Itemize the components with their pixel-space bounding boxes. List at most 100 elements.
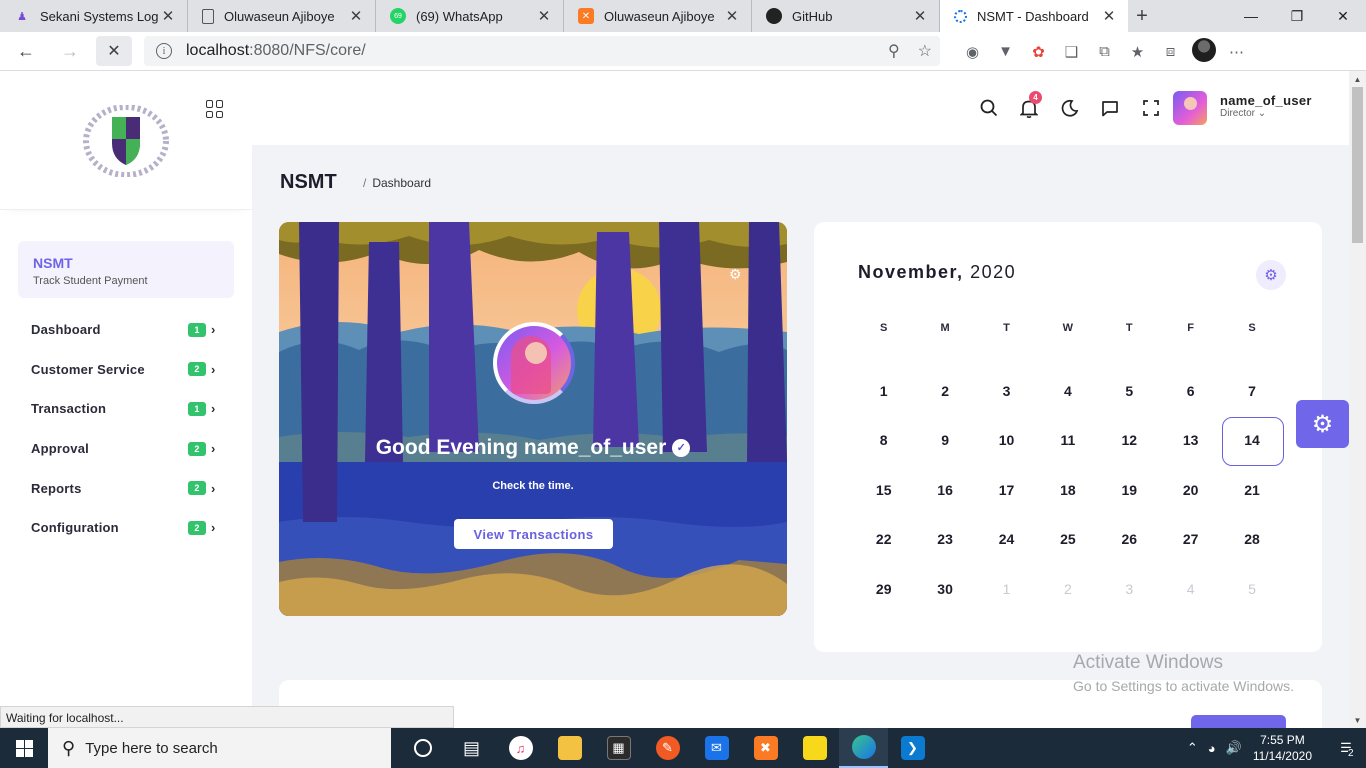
settings-icon[interactable]: ⚙ bbox=[729, 266, 743, 282]
calendar-day[interactable]: 7 bbox=[1221, 366, 1282, 416]
calendar-day[interactable]: 27 bbox=[1160, 515, 1221, 565]
calendar-day[interactable]: 16 bbox=[914, 465, 975, 515]
calendar-day-outside[interactable]: 3 bbox=[1099, 564, 1160, 614]
chat-icon[interactable] bbox=[1100, 98, 1120, 118]
pen-app-icon[interactable]: ✎ bbox=[643, 728, 692, 768]
vscode-icon[interactable]: ❯ bbox=[888, 728, 937, 768]
favorite-star-icon[interactable]: ☆ bbox=[918, 41, 932, 61]
calendar-day[interactable]: 19 bbox=[1099, 465, 1160, 515]
calendar-day[interactable]: 17 bbox=[976, 465, 1037, 515]
calendar-day[interactable]: 28 bbox=[1221, 515, 1282, 565]
color-wheel-icon[interactable]: ✿ bbox=[1022, 43, 1055, 61]
xampp-icon[interactable]: ✖ bbox=[741, 728, 790, 768]
calendar-day[interactable]: 9 bbox=[914, 416, 975, 466]
moon-icon[interactable] bbox=[1060, 98, 1080, 118]
calendar-day[interactable]: 21 bbox=[1221, 465, 1282, 515]
sidebar-item-dashboard[interactable]: Dashboard 1 › bbox=[0, 310, 252, 350]
back-button[interactable]: ← bbox=[8, 36, 44, 66]
fullscreen-icon[interactable] bbox=[1141, 98, 1161, 118]
sticky-notes-icon[interactable] bbox=[790, 728, 839, 768]
close-tab-icon[interactable]: ✕ bbox=[1100, 7, 1118, 25]
calendar-day[interactable]: 23 bbox=[914, 515, 975, 565]
scrollbar-thumb[interactable] bbox=[1352, 87, 1363, 243]
calendar-day[interactable]: 29 bbox=[853, 564, 914, 614]
calendar-day-outside[interactable]: 2 bbox=[1037, 564, 1098, 614]
site-info-icon[interactable]: i bbox=[156, 43, 172, 59]
calendar-day[interactable]: 13 bbox=[1160, 416, 1221, 466]
network-icon[interactable]: ◕ bbox=[1208, 741, 1216, 756]
calendar-day[interactable]: 22 bbox=[853, 515, 914, 565]
apps-grid-icon[interactable] bbox=[206, 100, 224, 118]
user-avatar[interactable] bbox=[1173, 91, 1207, 125]
breadcrumb-item[interactable]: Dashboard bbox=[372, 176, 431, 190]
sidebar-item-reports[interactable]: Reports 2 › bbox=[0, 468, 252, 508]
close-tab-icon[interactable]: ✕ bbox=[347, 7, 365, 25]
more-menu-icon[interactable]: ⋯ bbox=[1220, 43, 1253, 61]
volume-icon[interactable]: 🔊 bbox=[1226, 740, 1242, 756]
favorites-list-icon[interactable]: ★ bbox=[1121, 43, 1154, 61]
calendar-day[interactable]: 18 bbox=[1037, 465, 1098, 515]
browser-tab[interactable]: Oluwaseun Ajiboye ✕ bbox=[188, 0, 376, 32]
edge-icon[interactable] bbox=[839, 728, 888, 768]
browser-tab[interactable]: 69 (69) WhatsApp ✕ bbox=[376, 0, 564, 32]
theme-settings-button[interactable]: ⚙ bbox=[1296, 400, 1349, 448]
calendar-day[interactable]: 12 bbox=[1099, 416, 1160, 466]
close-tab-icon[interactable]: ✕ bbox=[159, 7, 177, 25]
calendar-day[interactable]: 2 bbox=[914, 366, 975, 416]
browser-tab-active[interactable]: NSMT - Dashboard ✕ bbox=[940, 0, 1128, 32]
close-tab-icon[interactable]: ✕ bbox=[911, 7, 929, 25]
calendar-day-outside[interactable]: 4 bbox=[1160, 564, 1221, 614]
mail-icon[interactable]: ✉ bbox=[692, 728, 741, 768]
action-center-icon[interactable]: ☰ 2 bbox=[1326, 728, 1366, 768]
zoom-icon[interactable]: ⚲ bbox=[888, 41, 900, 61]
calendar-day[interactable]: 10 bbox=[976, 416, 1037, 466]
file-explorer-icon[interactable] bbox=[545, 728, 594, 768]
itunes-icon[interactable]: ♫ bbox=[496, 728, 545, 768]
scroll-down-icon[interactable]: ▼ bbox=[1349, 712, 1366, 728]
calendar-day[interactable]: 25 bbox=[1037, 515, 1098, 565]
calendar-day[interactable]: 4 bbox=[1037, 366, 1098, 416]
sidebar-item-transaction[interactable]: Transaction 1 › bbox=[0, 389, 252, 429]
store-icon[interactable]: ▦ bbox=[594, 728, 643, 768]
search-icon[interactable] bbox=[979, 98, 999, 118]
extension-icon[interactable]: ❑ bbox=[1055, 43, 1088, 61]
browser-tab[interactable]: GitHub ✕ bbox=[752, 0, 940, 32]
calendar-settings-icon[interactable]: ⚙ bbox=[1256, 260, 1286, 290]
browser-tab[interactable]: ✕ Oluwaseun Ajiboye ✕ bbox=[564, 0, 752, 32]
user-role-dropdown[interactable]: Director ⌄ bbox=[1220, 108, 1266, 119]
close-tab-icon[interactable]: ✕ bbox=[723, 7, 741, 25]
close-window-icon[interactable]: ✕ bbox=[1320, 0, 1366, 32]
view-transactions-button[interactable]: View Transactions bbox=[454, 519, 613, 549]
tab-actions-icon[interactable]: ⧈ bbox=[1154, 43, 1187, 60]
calendar-day[interactable]: 26 bbox=[1099, 515, 1160, 565]
calendar-day[interactable]: 24 bbox=[976, 515, 1037, 565]
new-tab-button[interactable]: + bbox=[1128, 0, 1156, 32]
calendar-day[interactable]: 11 bbox=[1037, 416, 1098, 466]
taskbar-search[interactable]: ⚲ Type here to search bbox=[48, 728, 391, 768]
page-scrollbar[interactable]: ▲ ▼ bbox=[1349, 71, 1366, 728]
profile-avatar[interactable] bbox=[1187, 37, 1220, 66]
taskbar-clock[interactable]: 7:55 PM 11/14/2020 bbox=[1253, 732, 1312, 764]
calendar-day[interactable]: 15 bbox=[853, 465, 914, 515]
calendar-day-today[interactable]: 14 bbox=[1221, 416, 1285, 465]
sidebar-item-configuration[interactable]: Configuration 2 › bbox=[0, 508, 252, 548]
calendar-day[interactable]: 8 bbox=[853, 416, 914, 466]
extension-v-icon[interactable]: ▼ bbox=[989, 43, 1022, 60]
close-tab-icon[interactable]: ✕ bbox=[535, 7, 553, 25]
url-field[interactable]: i localhost:8080/NFS/core/ ⚲ ☆ bbox=[144, 36, 940, 66]
stop-loading-button[interactable]: ✕ bbox=[96, 36, 132, 66]
task-view-icon[interactable]: ▤ bbox=[447, 728, 496, 768]
forward-button[interactable]: → bbox=[52, 36, 88, 66]
minimize-icon[interactable]: — bbox=[1228, 0, 1274, 32]
start-button[interactable] bbox=[0, 728, 48, 768]
calendar-day[interactable]: 20 bbox=[1160, 465, 1221, 515]
calendar-day-outside[interactable]: 1 bbox=[976, 564, 1037, 614]
collections-icon[interactable]: ⧉ bbox=[1088, 43, 1121, 60]
calendar-day[interactable]: 1 bbox=[853, 366, 914, 416]
browser-tab[interactable]: ♟ Sekani Systems Login ✕ bbox=[0, 0, 188, 32]
scroll-up-icon[interactable]: ▲ bbox=[1349, 71, 1366, 87]
calendar-day[interactable]: 6 bbox=[1160, 366, 1221, 416]
calendar-day[interactable]: 30 bbox=[914, 564, 975, 614]
app-logo[interactable] bbox=[82, 105, 170, 177]
cortana-icon[interactable] bbox=[398, 728, 447, 768]
